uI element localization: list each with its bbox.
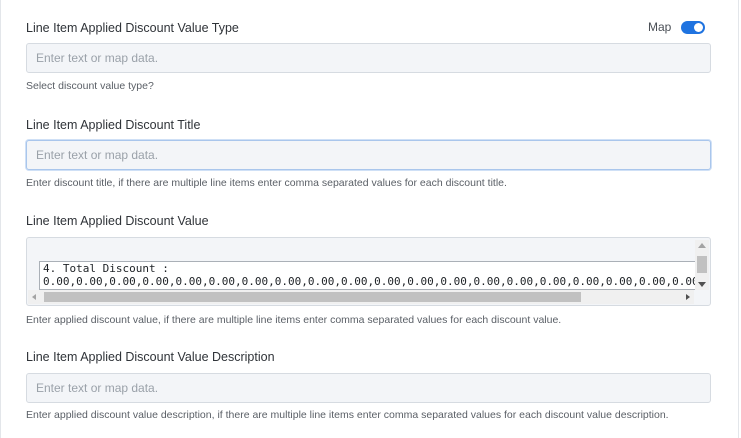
map-toggle[interactable]: Map <box>648 20 706 34</box>
form-panel: Line Item Applied Discount Value Type Ma… <box>0 0 739 438</box>
discount-title-label: Line Item Applied Discount Title <box>26 118 201 132</box>
value-description-input[interactable] <box>26 373 711 403</box>
horizontal-scrollbar[interactable] <box>28 290 694 304</box>
value-description-label: Line Item Applied Discount Value Descrip… <box>26 350 275 364</box>
horizontal-scroll-thumb[interactable] <box>44 292 581 302</box>
map-toggle-switch[interactable] <box>681 20 706 34</box>
discount-value-label: Line Item Applied Discount Value <box>26 214 209 228</box>
discount-title-help: Enter discount title, if there are multi… <box>26 177 507 189</box>
discount-value-help: Enter applied discount value, if there a… <box>26 314 562 326</box>
mapped-data-box[interactable]: 4. Total Discount : 0.00,0.00,0.00,0.00,… <box>39 261 696 290</box>
value-type-label: Line Item Applied Discount Value Type <box>26 21 239 35</box>
toggle-knob <box>694 22 704 32</box>
value-description-help: Enter applied discount value description… <box>26 409 669 421</box>
value-type-help: Select discount value type? <box>26 80 154 92</box>
discount-value-field[interactable]: 4. Total Discount : 0.00,0.00,0.00,0.00,… <box>26 237 711 306</box>
mapped-line-1: 4. Total Discount : <box>43 262 169 275</box>
scroll-right-icon[interactable] <box>686 294 690 300</box>
scroll-down-icon[interactable] <box>698 282 706 287</box>
discount-title-input[interactable] <box>26 140 711 170</box>
map-label: Map <box>648 20 672 34</box>
scroll-up-icon[interactable] <box>698 243 706 248</box>
value-type-input[interactable] <box>26 43 711 73</box>
mapped-line-2: 0.00,0.00,0.00,0.00,0.00,0.00,0.00,0.00,… <box>43 275 696 288</box>
scroll-left-icon[interactable] <box>32 294 36 300</box>
vertical-scroll-thumb[interactable] <box>697 256 707 273</box>
vertical-scrollbar[interactable] <box>695 240 709 290</box>
